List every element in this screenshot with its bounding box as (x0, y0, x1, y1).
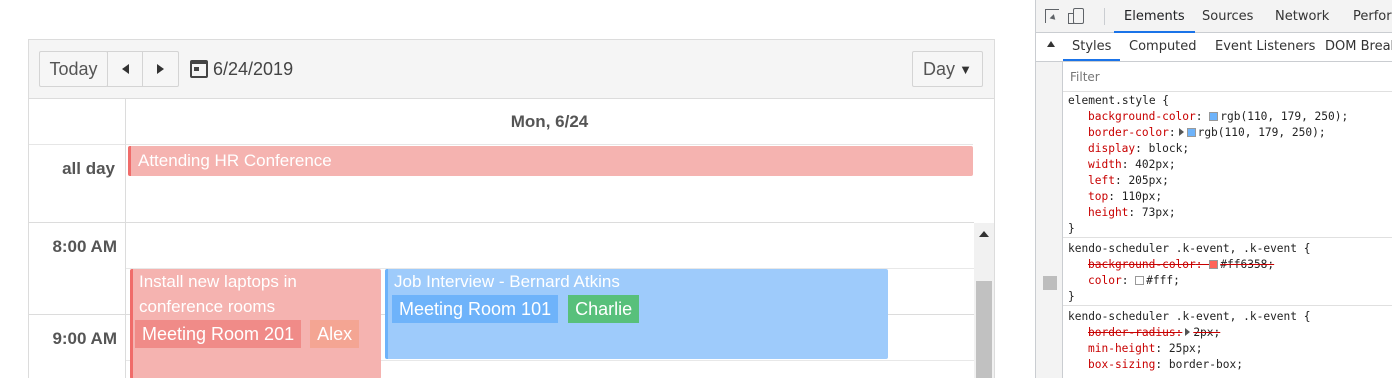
event-install-laptops[interactable]: Install new laptops in conference rooms … (130, 269, 381, 378)
tab-computed[interactable]: Computed (1129, 33, 1197, 61)
scrollbar-thumb[interactable] (976, 281, 992, 378)
divider (1104, 8, 1105, 25)
collapse-arrow-icon[interactable] (1047, 41, 1055, 47)
rule-selector[interactable]: element.style { (1068, 93, 1392, 109)
color-swatch-icon[interactable] (1186, 128, 1196, 137)
rule-selector[interactable]: kendo-scheduler .k-event, .k-event { (1068, 241, 1392, 257)
time-label-9am: 9:00 AM (52, 329, 117, 348)
previous-button[interactable] (107, 51, 143, 87)
calendar-icon (190, 60, 208, 78)
declaration[interactable]: box-sizing: border-box; (1068, 357, 1392, 373)
declaration[interactable]: display: block; (1068, 141, 1392, 157)
declaration[interactable]: height: 73px; (1068, 205, 1392, 221)
declaration[interactable]: color: #fff; (1068, 273, 1392, 289)
event-title: Install new laptops in conference rooms (139, 272, 297, 316)
declaration[interactable]: border-color: rgb(110, 179, 250); (1068, 125, 1392, 141)
time-gutter: 8:00 AM 9:00 AM (29, 223, 126, 378)
rule-close: } (1068, 222, 1075, 235)
day-header: Mon, 6/24 (126, 99, 973, 145)
rule-k-event: kendo-scheduler .k-event, .k-event { bac… (1063, 238, 1392, 306)
declaration[interactable]: top: 110px; (1068, 189, 1392, 205)
all-day-label: all day (29, 145, 126, 223)
event-title: Job Interview - Bernard Atkins (394, 272, 620, 291)
color-swatch-icon[interactable] (1135, 276, 1145, 285)
resource-room-tag: Meeting Room 101 (392, 295, 559, 323)
tab-sources[interactable]: Sources (1202, 0, 1253, 33)
devtools-panel: Elements Sources Network Perfor Styles C… (1035, 0, 1392, 378)
style-rules: element.style { background-color: rgb(11… (1063, 93, 1392, 373)
panel-gutter (1036, 62, 1063, 378)
rule-k-event-2: kendo-scheduler .k-event, .k-event { bor… (1063, 306, 1392, 373)
tab-performance[interactable]: Perfor (1353, 0, 1392, 33)
declaration[interactable]: background-color: rgb(110, 179, 250); (1068, 109, 1392, 125)
today-button[interactable]: Today (39, 51, 108, 87)
view-label: Day (923, 58, 956, 79)
header-gutter (29, 99, 126, 145)
resource-attendee-tag: Alex (310, 320, 360, 348)
gutter-marker (1043, 276, 1057, 290)
caret-down-icon: ▼ (959, 61, 972, 77)
color-swatch-icon[interactable] (1209, 112, 1219, 121)
rule-element-style: element.style { background-color: rgb(11… (1063, 93, 1392, 238)
declaration-overridden[interactable]: border-radius: 2px; (1068, 325, 1392, 341)
vertical-scrollbar[interactable] (974, 223, 994, 378)
tab-event-listeners[interactable]: Event Listeners (1215, 33, 1315, 61)
tab-styles[interactable]: Styles (1063, 33, 1121, 61)
time-label-8am: 8:00 AM (52, 237, 117, 256)
arrow-right-icon (157, 64, 164, 74)
resource-room-tag: Meeting Room 201 (135, 320, 302, 348)
declaration[interactable]: min-height: 25px; (1068, 341, 1392, 357)
device-toolbar-icon[interactable] (1068, 8, 1084, 24)
tab-network[interactable]: Network (1275, 0, 1329, 33)
tab-elements[interactable]: Elements (1114, 0, 1195, 33)
styles-subtabs: Styles Computed Event Listeners DOM Brea… (1036, 33, 1392, 62)
event-resources: Meeting Room 201 Alex (135, 320, 381, 348)
tab-dom-breakpoints[interactable]: DOM Break (1325, 33, 1392, 61)
rule-selector[interactable]: kendo-scheduler .k-event, .k-event { (1068, 309, 1392, 325)
declaration-overridden[interactable]: background-color: #ff6358; (1068, 257, 1392, 273)
expand-triangle-icon[interactable] (1178, 128, 1184, 136)
date-picker[interactable]: 6/24/2019 (190, 57, 293, 81)
color-swatch-icon[interactable] (1209, 260, 1219, 269)
view-select[interactable]: Day ▼ (912, 51, 983, 87)
declaration[interactable]: left: 205px; (1068, 173, 1392, 189)
divider (29, 314, 126, 315)
rule-close: } (1068, 290, 1075, 303)
scheduler-toolbar: Today 6/24/2019 Day ▼ (29, 40, 994, 99)
resource-attendee-tag: Charlie (568, 295, 640, 323)
event-attending-hr-conference[interactable]: Attending HR Conference (128, 146, 973, 176)
declaration[interactable]: width: 402px; (1068, 157, 1392, 173)
expand-triangle-icon[interactable] (1185, 328, 1191, 336)
arrow-left-icon (121, 64, 129, 74)
current-date: 6/24/2019 (213, 58, 294, 79)
inspect-element-icon[interactable] (1045, 9, 1059, 23)
scroll-up-icon[interactable] (979, 231, 989, 237)
next-button[interactable] (142, 51, 179, 87)
styles-filter-input[interactable]: Filter (1063, 62, 1392, 92)
event-resources: Meeting Room 101 Charlie (392, 295, 888, 323)
scheduler: Today 6/24/2019 Day ▼ Mon, 6/24 all day … (28, 39, 995, 378)
event-job-interview[interactable]: Job Interview - Bernard Atkins Meeting R… (385, 269, 888, 359)
devtools-tabbar: Elements Sources Network Perfor (1036, 0, 1392, 33)
